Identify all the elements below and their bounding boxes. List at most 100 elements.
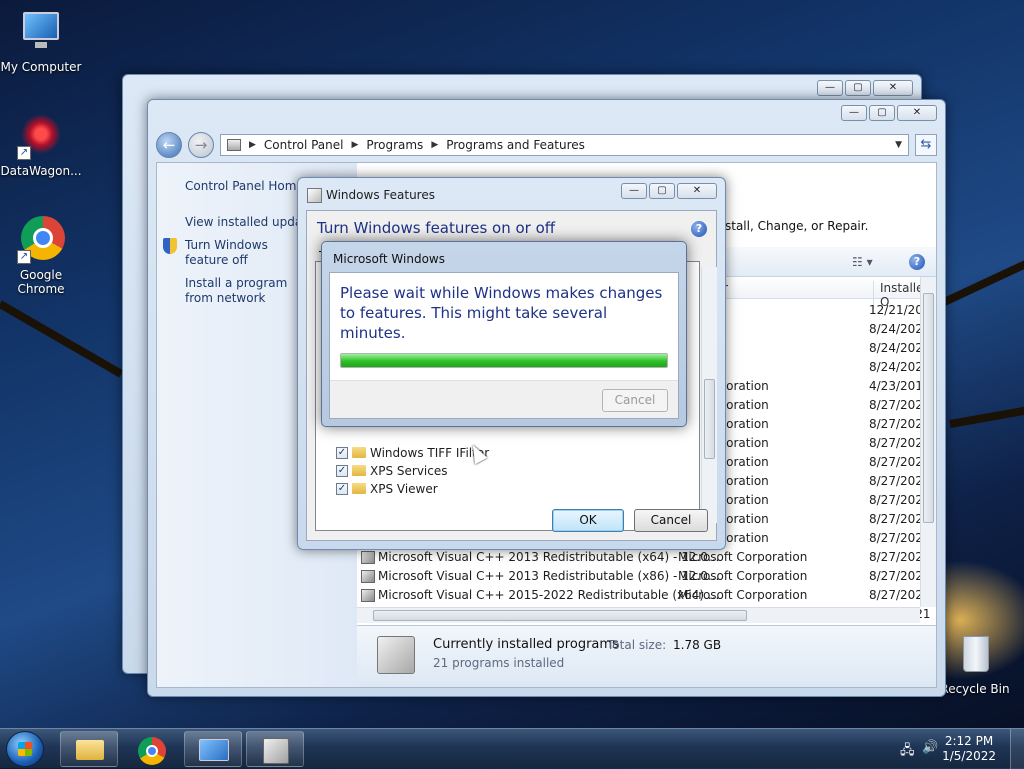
address-dropdown-icon[interactable]: ▼ (895, 140, 902, 150)
scrollbar-thumb[interactable] (923, 293, 934, 523)
desktop-icon-label: Google Chrome (17, 268, 65, 296)
forward-button[interactable]: → (188, 132, 214, 158)
details-pane: Currently installed programs Total size:… (357, 625, 936, 687)
cancel-button[interactable]: Cancel (634, 509, 708, 532)
taskbar-chrome-button[interactable] (122, 731, 180, 767)
program-icon (361, 570, 375, 583)
program-publisher: Microsoft Corporation (678, 550, 808, 564)
ok-button[interactable]: OK (552, 509, 624, 532)
taskbar-windows-features-button[interactable] (246, 731, 304, 767)
maximize-button[interactable]: ▢ (845, 80, 871, 96)
back-button[interactable]: ← (156, 132, 182, 158)
address-bar-row: ← → ▶ Control Panel ▶ Programs ▶ Program… (156, 130, 937, 160)
windows-features-icon (307, 188, 322, 203)
dialog-title: Microsoft Windows (333, 252, 445, 266)
desktop-icon-label: DataWagon... (0, 164, 82, 178)
feature-checkbox[interactable]: ✓ (336, 464, 348, 477)
taskbar: 🖧 🔊 2:12 PM 1/5/2022 (0, 728, 1024, 769)
wallpaper-bridge-beam (949, 404, 1024, 428)
features-scrollbar[interactable] (701, 267, 717, 523)
desktop-icon-my-computer[interactable]: My Computer (0, 8, 82, 74)
wallpaper-bridge-beam (0, 300, 124, 378)
feature-checkbox[interactable]: ✓ (336, 446, 348, 459)
volume-icon[interactable]: 🔊 (922, 740, 938, 755)
minimize-button[interactable]: — (841, 105, 867, 121)
total-size-label: Total size: (607, 638, 667, 652)
feature-item-xps-services[interactable]: ✓ XPS Services (336, 462, 448, 479)
programs-horizontal-scrollbar[interactable] (357, 607, 920, 623)
folder-icon (352, 483, 366, 494)
cancel-button[interactable]: Cancel (602, 389, 668, 412)
programs-count: 21 programs installed (433, 656, 565, 670)
dialog-body: Please wait while Windows makes changes … (329, 272, 679, 419)
start-button[interactable] (6, 731, 44, 767)
breadcrumb-separator-icon: ▶ (249, 140, 256, 150)
progress-dialog[interactable]: Microsoft Windows Please wait while Wind… (321, 241, 687, 427)
table-row[interactable]: Microsoft Visual C++ 2013 Redistributabl… (361, 567, 931, 586)
chrome-icon (138, 737, 166, 765)
view-options-icon[interactable]: ☷ ▾ (852, 255, 873, 269)
wallpaper-bridge-beam (938, 249, 1024, 308)
maximize-button[interactable]: ▢ (649, 183, 675, 199)
desktop-icon-google-chrome[interactable]: ↗ Google Chrome (0, 216, 82, 296)
computer-icon (17, 8, 65, 56)
feature-item-windows-tiff-ifilter[interactable]: ✓ Windows TIFF IFilter (336, 444, 489, 461)
breadcrumb-programs[interactable]: Programs (366, 138, 423, 152)
control-panel-icon (227, 139, 241, 151)
dialog-title: Windows Features (326, 188, 435, 202)
install-from-network-link[interactable]: Install a program from network (185, 276, 305, 306)
close-button[interactable]: ✕ (873, 80, 913, 96)
close-button[interactable]: ✕ (897, 105, 937, 121)
maximize-button[interactable]: ▢ (869, 105, 895, 121)
folder-icon (76, 740, 104, 760)
programs-vertical-scrollbar[interactable] (920, 277, 936, 607)
close-button[interactable]: ✕ (677, 183, 717, 199)
help-icon[interactable]: ? (909, 254, 925, 270)
chrome-icon: ↗ (17, 216, 65, 264)
progress-bar (340, 353, 668, 368)
desktop-icon-label: Recycle Bin (940, 682, 1010, 696)
clock[interactable]: 2:12 PM 1/5/2022 (942, 734, 996, 764)
progress-bar-fill (341, 354, 667, 367)
recycle-bin-icon (951, 630, 999, 678)
control-panel-icon (199, 739, 229, 761)
breadcrumb-programs-and-features[interactable]: Programs and Features (446, 138, 585, 152)
table-row[interactable]: Microsoft Visual C++ 2015-2022 Redistrib… (361, 586, 931, 605)
total-size-value: 1.78 GB (673, 638, 722, 652)
program-icon (361, 551, 375, 564)
address-bar[interactable]: ▶ Control Panel ▶ Programs ▶ Programs an… (220, 134, 909, 156)
scrollbar-thumb[interactable] (373, 610, 747, 621)
shortcut-arrow-icon: ↗ (17, 146, 31, 160)
desktop-icon-recycle-bin[interactable]: Recycle Bin (934, 630, 1016, 696)
feature-item-xps-viewer[interactable]: ✓ XPS Viewer (336, 480, 438, 497)
table-row[interactable]: Microsoft Visual C++ 2013 Redistributabl… (361, 548, 931, 567)
desktop-icon-datawagon[interactable]: ↗ DataWagon... (0, 112, 82, 178)
program-icon (361, 589, 375, 602)
scrollbar-thumb[interactable] (704, 379, 715, 459)
program-publisher: Microsoft Corporation (678, 569, 808, 583)
minimize-button[interactable]: — (817, 80, 843, 96)
network-icon[interactable]: 🖧 (900, 741, 915, 763)
turn-windows-features-link[interactable]: Turn Windows feature off (185, 238, 300, 268)
progress-message: Please wait while Windows makes changes … (340, 284, 663, 342)
refresh-button[interactable]: ⇆ (915, 134, 937, 156)
feature-checkbox[interactable]: ✓ (336, 482, 348, 495)
taskbar-explorer-button[interactable] (60, 731, 118, 767)
windows-logo-icon (18, 742, 32, 756)
help-icon[interactable]: ? (691, 221, 707, 237)
show-desktop-button[interactable] (1010, 729, 1024, 769)
uac-shield-icon (163, 238, 177, 254)
folder-icon (352, 465, 366, 476)
feature-label: XPS Viewer (370, 481, 438, 496)
program-name: Microsoft Visual C++ 2013 Redistributabl… (378, 569, 720, 583)
clock-date: 1/5/2022 (942, 749, 996, 763)
breadcrumb-control-panel[interactable]: Control Panel (264, 138, 344, 152)
features-heading: Turn Windows features on or off (317, 219, 556, 237)
taskbar-control-panel-button[interactable] (184, 731, 242, 767)
shortcut-arrow-icon: ↗ (17, 250, 31, 264)
minimize-button[interactable]: — (621, 183, 647, 199)
feature-label: XPS Services (370, 463, 448, 478)
breadcrumb-separator-icon: ▶ (351, 140, 359, 150)
program-name: Microsoft Visual C++ 2013 Redistributabl… (378, 550, 720, 564)
installer-package-icon (377, 636, 415, 674)
